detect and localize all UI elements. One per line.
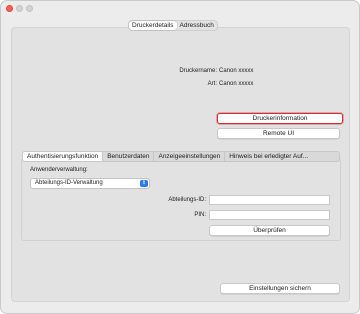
tab-display-settings[interactable]: Anzeigeeinstellungen (154, 152, 226, 161)
remote-ui-button[interactable]: Remote UI (217, 128, 340, 139)
tab-user-data[interactable]: Benutzerdaten (103, 152, 155, 161)
user-management-label: Anwenderverwaltung: (30, 167, 88, 173)
tab-authentication[interactable]: Authentisierungsfunktion (23, 152, 104, 161)
title-bar (1, 1, 359, 19)
printer-information-button[interactable]: Druckerinformation (217, 113, 343, 124)
check-button[interactable]: Überprüfen (209, 225, 330, 236)
department-id-field[interactable] (209, 195, 330, 205)
zoom-window-button[interactable] (26, 5, 33, 12)
printer-settings-window: Druckerdetails Adressbuch Druckername: C… (0, 0, 360, 314)
tab-job-completion-notice[interactable]: Hinweis bei erledigter Auf... (225, 152, 312, 161)
popup-chevron-icon: ⇕ (140, 180, 148, 187)
printer-name-label: Druckername: (179, 68, 217, 74)
tab-address-book[interactable]: Adressbuch (177, 21, 217, 30)
save-settings-button[interactable]: Einstellungen sichern (220, 283, 340, 294)
tab-printer-details[interactable]: Druckerdetails (129, 21, 177, 30)
settings-tab-control: Authentisierungsfunktion Benutzerdaten A… (22, 151, 340, 162)
pin-field[interactable] (209, 210, 330, 220)
department-id-label: Abteilungs-ID: (168, 197, 206, 203)
minimize-window-button[interactable] (16, 5, 23, 12)
printer-type-label: Art: (207, 81, 217, 87)
printer-name-value: Canon xxxxx (219, 68, 254, 74)
printer-type-value: Canon xxxxx (219, 81, 254, 87)
user-management-value: Abteilungs-ID-Verwaltung (35, 180, 103, 186)
close-window-button[interactable] (6, 5, 13, 12)
main-tab-control: Druckerdetails Adressbuch (128, 20, 218, 31)
pin-label: PIN: (194, 212, 206, 218)
user-management-popup[interactable]: Abteilungs-ID-Verwaltung ⇕ (30, 178, 150, 189)
